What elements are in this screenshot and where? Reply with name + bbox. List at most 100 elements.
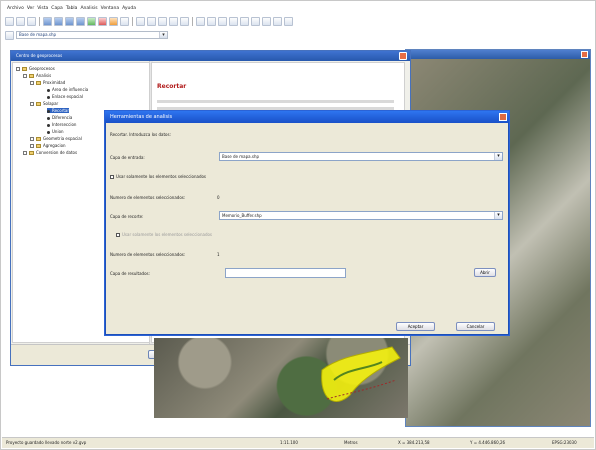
bullet-icon [47, 130, 50, 134]
tree-item[interactable]: Geometria espacial [30, 136, 82, 141]
edit-icon[interactable] [169, 16, 178, 26]
chevron-down-icon[interactable]: ▾ [159, 32, 167, 38]
tree-item-selected[interactable]: Recortar [47, 108, 70, 113]
tree-item[interactable]: Proximidad [30, 80, 65, 85]
tree-item[interactable]: Diferencia [47, 115, 72, 120]
close-icon[interactable] [581, 51, 588, 58]
output-layer-input[interactable] [225, 268, 346, 278]
input-layer-label: Capa de entrada: [110, 155, 145, 160]
bullet-icon [47, 116, 50, 120]
tree-item[interactable]: Solapar [30, 101, 58, 106]
close-icon[interactable] [499, 113, 507, 121]
new-file-icon[interactable] [5, 16, 14, 26]
menu-bar: Archivo Ver Vista Capa Tabla Analisis Ve… [7, 4, 136, 13]
menu-ventana[interactable]: Ventana [101, 6, 119, 11]
save-icon[interactable] [27, 16, 36, 26]
cancel-button[interactable]: Cancelar [456, 322, 495, 331]
tree-item[interactable]: Analisis [23, 73, 51, 78]
measure-icon[interactable] [196, 16, 205, 26]
pan-icon[interactable] [87, 16, 96, 26]
table-icon[interactable] [180, 16, 189, 26]
cut-icon[interactable] [136, 16, 145, 26]
remove-layer-icon[interactable] [98, 16, 107, 26]
tree-item[interactable]: Area de influencia [47, 87, 88, 92]
geoprocessing-title: Centro de geoprocesos [11, 51, 410, 61]
menu-ayuda[interactable]: Ayuda [122, 6, 136, 11]
tree-item[interactable]: Geoprocesos [16, 66, 55, 71]
input-layer-value: Base de mapa.shp [222, 154, 260, 159]
close-icon[interactable] [399, 52, 407, 60]
zoom-previous-icon[interactable] [76, 16, 85, 26]
tree-item[interactable]: Union [47, 129, 64, 134]
use-selected-clip-checkbox[interactable]: Usar solamente los elementos seleccionad… [116, 232, 212, 237]
folder-icon [29, 74, 34, 78]
copy-icon[interactable] [147, 16, 156, 26]
info-icon[interactable] [120, 16, 129, 26]
scale-value: 1:11.100 [280, 440, 298, 445]
filter-icon[interactable] [240, 16, 249, 26]
expand-icon [16, 67, 20, 71]
chevron-down-icon[interactable]: ▾ [494, 212, 502, 219]
menu-tabla[interactable]: Tabla [66, 6, 78, 11]
selected-count-1-label: Numero de elementos seleccionados: [110, 195, 186, 200]
zoom-in-icon[interactable] [43, 16, 52, 26]
print-icon[interactable] [273, 16, 282, 26]
clip-layer-label: Capa de recorte: [110, 214, 144, 219]
status-bar: Proyecto guardado llevado norte v2.gvp 1… [2, 437, 594, 448]
expand-icon [30, 102, 34, 106]
chevron-down-icon[interactable]: ▾ [494, 153, 502, 160]
select-icon[interactable] [109, 16, 118, 26]
units-value: Metros [344, 440, 358, 445]
analysis-dialog-title: Herramientas de analisis [105, 111, 509, 123]
menu-capa[interactable]: Capa [51, 6, 63, 11]
layer-select[interactable]: Base de mapa.shp ▾ [16, 31, 168, 39]
menu-vista[interactable]: Vista [37, 6, 48, 11]
expand-icon [30, 137, 34, 141]
checkbox-icon[interactable] [116, 233, 120, 237]
menu-analisis[interactable]: Analisis [80, 6, 97, 11]
toolbar-separator [192, 16, 193, 26]
application-window: Archivo Ver Vista Capa Tabla Analisis Ve… [0, 0, 596, 450]
zoom-out-icon[interactable] [54, 16, 63, 26]
tree-item[interactable]: Agregacion [30, 143, 66, 148]
selected-count-1-value: 0 [217, 195, 220, 200]
status-message: Proyecto guardado llevado norte v2.gvp [6, 440, 87, 445]
folder-icon [36, 144, 41, 148]
zoom-window-icon[interactable] [65, 16, 74, 26]
paste-icon[interactable] [158, 16, 167, 26]
accept-button[interactable]: Aceptar [396, 322, 435, 331]
help-icon[interactable] [284, 16, 293, 26]
y-coordinate: Y = 4.446.860,26 [470, 440, 506, 445]
open-folder-icon[interactable] [16, 16, 25, 26]
menu-ver[interactable]: Ver [27, 6, 34, 11]
use-selected-input-checkbox[interactable]: Usar solamente los elementos seleccionad… [110, 174, 206, 179]
folder-icon [22, 67, 27, 71]
bullet-icon [47, 88, 50, 92]
recortar-label: Recortar. Introduzca los datos: [110, 132, 171, 137]
browse-button[interactable]: Abrir [474, 268, 496, 277]
map-overview[interactable] [154, 338, 408, 418]
bullet-icon [47, 95, 50, 99]
toolbar-separator [39, 16, 40, 26]
layer-select-value: Base de mapa.shp [19, 32, 57, 37]
toolbar-separator [132, 16, 133, 26]
analysis-dialog-body: Recortar. Introduzca los datos: Capa de … [105, 123, 509, 335]
help-line [157, 100, 394, 103]
layer-manager-icon[interactable] [229, 16, 238, 26]
crs-value: EPSG:23030 [552, 440, 577, 445]
tree-item[interactable]: Enlace espacial [47, 94, 83, 99]
map-window-title [406, 50, 590, 59]
menu-archivo[interactable]: Archivo [7, 6, 24, 11]
folder-icon [36, 81, 41, 85]
map-icon[interactable] [262, 16, 271, 26]
help-title: Recortar [157, 83, 187, 90]
tree-item[interactable]: Interseccion [47, 122, 76, 127]
grid-icon[interactable] [251, 16, 260, 26]
bullet-icon [47, 123, 50, 127]
checkbox-icon[interactable] [110, 175, 114, 179]
input-layer-select[interactable]: Base de mapa.shp ▾ [219, 152, 503, 161]
area-icon[interactable] [218, 16, 227, 26]
clip-layer-select[interactable]: Memorio_Buffer.shp ▾ [219, 211, 503, 220]
tree-item[interactable]: Conversion de datos [23, 150, 77, 155]
distance-icon[interactable] [207, 16, 216, 26]
